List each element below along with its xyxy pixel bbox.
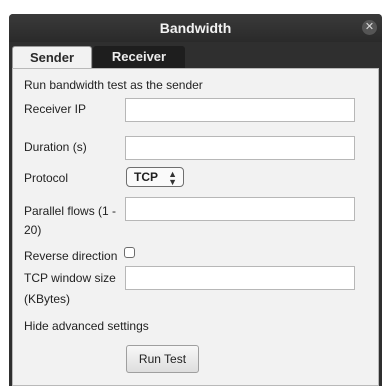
protocol-label: Protocol — [24, 171, 69, 185]
reverse-direction-label: Reverse direction — [24, 249, 118, 263]
bandwidth-dialog: Bandwidth ✕ Sender Receiver Run bandwidt… — [9, 14, 382, 386]
parallel-flows-input[interactable] — [125, 197, 355, 221]
tcp-window-label-line1: TCP window size — [24, 271, 116, 285]
duration-label: Duration (s) — [24, 140, 87, 154]
updown-arrows-icon: ▲ ▼ — [168, 169, 177, 187]
sender-panel: Run bandwidth test as the sender Receive… — [12, 68, 379, 386]
run-test-button[interactable]: Run Test — [126, 345, 199, 373]
tab-sender[interactable]: Sender — [12, 46, 92, 69]
dialog-title: Bandwidth — [159, 20, 232, 36]
duration-input[interactable] — [125, 136, 355, 160]
tab-receiver[interactable]: Receiver — [93, 46, 185, 68]
hide-advanced-settings-link[interactable]: Hide advanced settings — [24, 319, 149, 333]
reverse-direction-checkbox[interactable] — [124, 247, 135, 258]
panel-heading: Run bandwidth test as the sender — [24, 78, 203, 92]
protocol-select[interactable]: TCP ▲ ▼ — [126, 167, 184, 187]
dialog-titlebar: Bandwidth ✕ — [9, 14, 382, 42]
tab-bar: Sender Receiver — [9, 42, 382, 69]
parallel-flows-label-line2: 20) — [24, 223, 42, 237]
tcp-window-input[interactable] — [125, 266, 355, 290]
close-icon[interactable]: ✕ — [362, 20, 377, 35]
receiver-ip-input[interactable] — [125, 98, 355, 122]
parallel-flows-label-line1: Parallel flows (1 - — [24, 204, 117, 218]
tcp-window-label-line2: (KBytes) — [24, 292, 71, 306]
receiver-ip-label: Receiver IP — [24, 102, 87, 116]
protocol-selected-value: TCP — [134, 170, 158, 184]
